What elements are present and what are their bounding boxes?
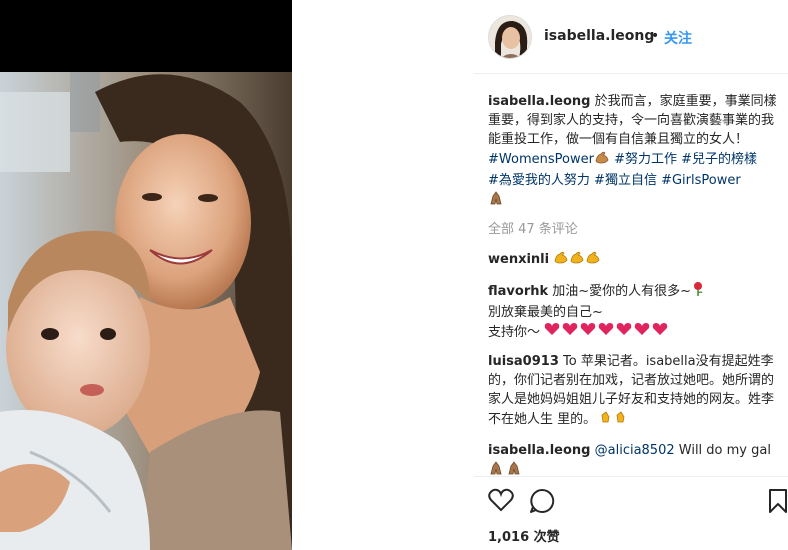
hashtag[interactable]: #WomensPower — [488, 152, 594, 167]
comment-text: 支持你～ — [488, 325, 541, 340]
comment-username[interactable]: flavorhk — [488, 284, 548, 299]
red-heart-icon — [544, 323, 672, 340]
avatar[interactable] — [488, 15, 532, 59]
post-header: isabella.leong • 关注 — [292, 0, 788, 72]
hashtag[interactable]: #為愛我的人努力 — [488, 173, 590, 188]
flexed-biceps-icon — [553, 249, 569, 271]
rose-icon — [691, 281, 705, 303]
bookmark-icon[interactable] — [768, 488, 788, 518]
likes-number: 1,016 — [488, 530, 530, 545]
comment-text: Will do my gal — [678, 443, 771, 458]
folded-hands-icon — [488, 460, 524, 482]
likes-count[interactable]: 1,016 次赞 — [488, 526, 560, 545]
comment-text: 別放棄最美的自己~ — [488, 305, 603, 320]
comment-username[interactable]: wenxinli — [488, 252, 549, 267]
post-details-panel: isabella.leong • 关注 isabella.leong 於我而言，… — [292, 0, 788, 550]
flexed-biceps-icon — [569, 249, 585, 271]
comment-mention[interactable]: @alicia8502 — [595, 443, 675, 458]
comment-icon[interactable] — [529, 488, 555, 518]
photo-letterbox-top — [0, 0, 292, 72]
flexed-biceps-icon — [585, 249, 601, 271]
clapping-hands-icon — [600, 409, 632, 431]
likes-label: 次赞 — [533, 530, 560, 545]
actions-divider — [474, 476, 788, 477]
post-photo[interactable] — [0, 72, 292, 550]
follow-button[interactable]: 关注 — [664, 28, 692, 48]
folded-hands-icon — [488, 190, 504, 212]
comment-item: wenxinli — [488, 249, 784, 271]
hashtag[interactable]: #努力工作 — [614, 152, 677, 167]
comment-username[interactable]: luisa0913 — [488, 354, 559, 369]
view-all-comments-link[interactable]: 全部 47 条评论 — [488, 220, 784, 239]
header-separator-dot: • — [651, 28, 660, 44]
post-photo-panel — [0, 0, 292, 550]
comments-section: isabella.leong 於我而言，家庭重要，事業同樣重要，得到家人的支持，… — [488, 92, 784, 492]
comment-item: flavorhk 加油~愛你的人有很多~ 別放棄最美的自己~ 支持你～ — [488, 281, 784, 342]
hashtag[interactable]: #兒子的榜樣 — [681, 152, 757, 167]
header-divider — [474, 73, 788, 74]
comment-username[interactable]: isabella.leong — [488, 443, 590, 458]
flexed-biceps-icon — [594, 149, 610, 171]
hashtag[interactable]: #獨立自信 — [594, 173, 657, 188]
comment-text: 加油~愛你的人有很多~ — [552, 284, 692, 299]
comment-item: luisa0913 To 苹果记者。isabella没有提起姓李的，你们记者别在… — [488, 352, 784, 431]
heart-icon[interactable] — [488, 488, 514, 516]
caption: isabella.leong 於我而言，家庭重要，事業同樣重要，得到家人的支持，… — [488, 92, 784, 212]
header-username[interactable]: isabella.leong — [544, 28, 654, 44]
caption-username[interactable]: isabella.leong — [488, 94, 590, 109]
hashtag[interactable]: #GirlsPower — [661, 173, 741, 188]
